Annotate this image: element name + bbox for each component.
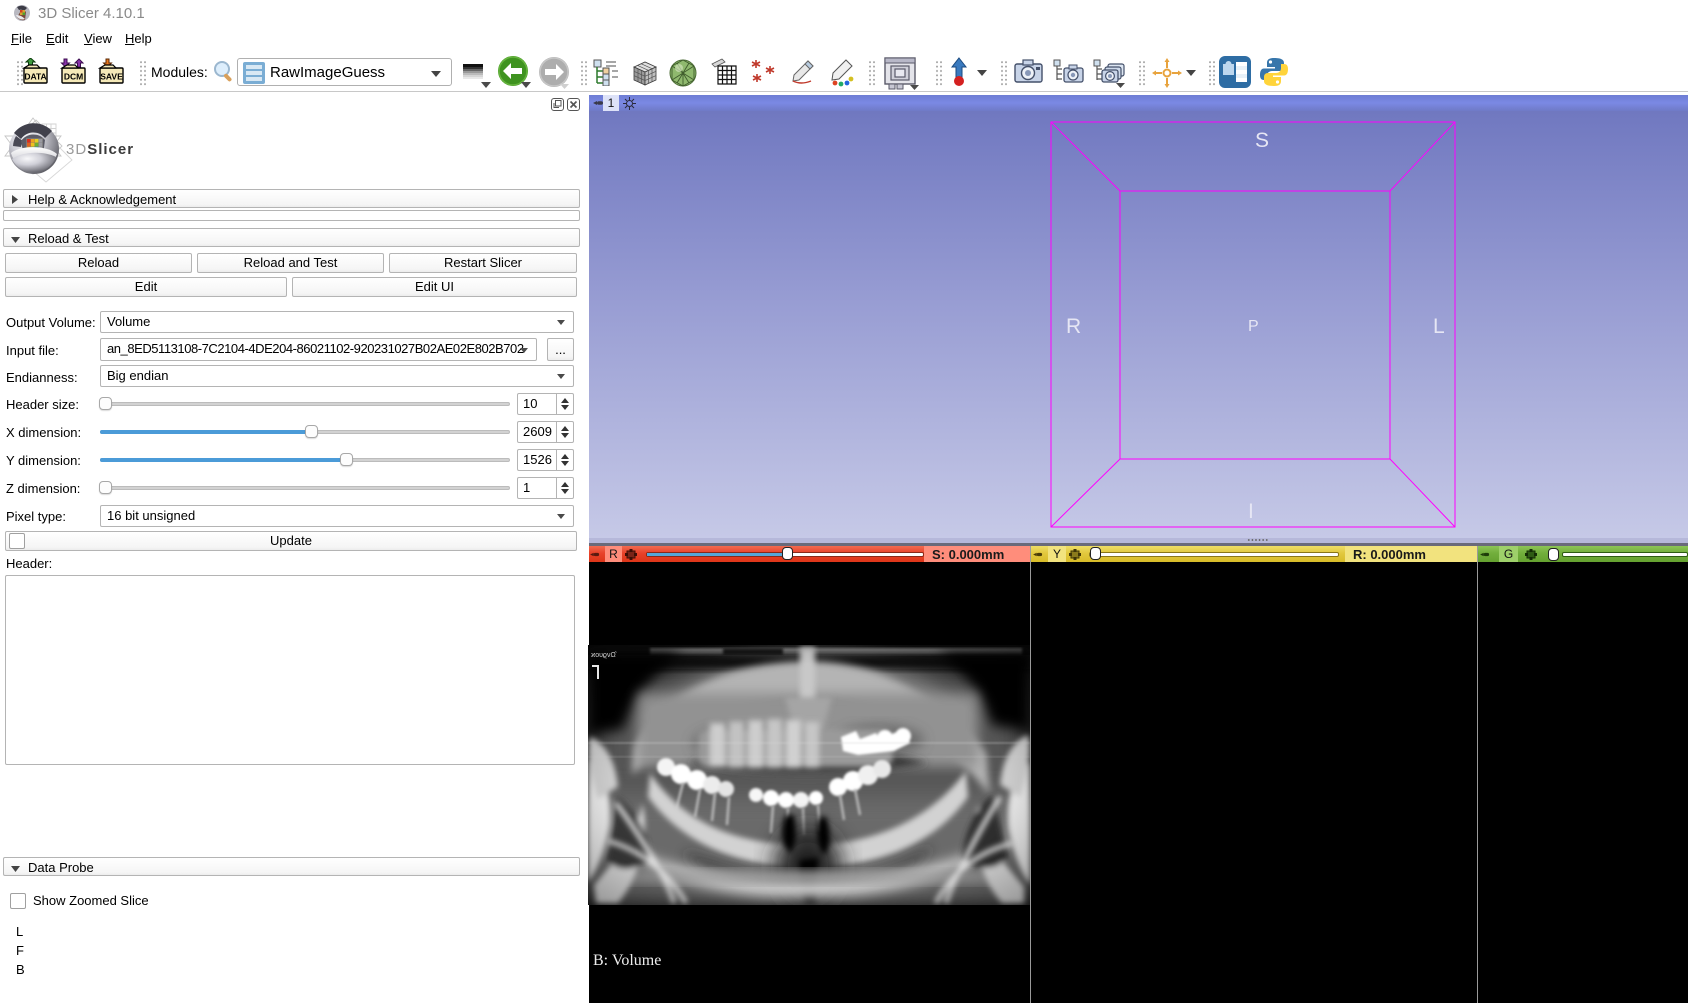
svg-text:SAVE: SAVE (100, 72, 123, 82)
svg-text:DCM: DCM (64, 72, 83, 82)
svg-text:L: L (1433, 315, 1445, 338)
svg-text:R: R (1066, 315, 1081, 338)
svg-text:P: P (1248, 318, 1259, 335)
svg-text:S: S (1255, 129, 1269, 152)
svg-text:ϰουϱνΩ̂: ϰουϱνΩ̂ (591, 652, 618, 659)
svg-text:DATA: DATA (24, 72, 46, 82)
svg-text:I: I (1248, 500, 1254, 523)
